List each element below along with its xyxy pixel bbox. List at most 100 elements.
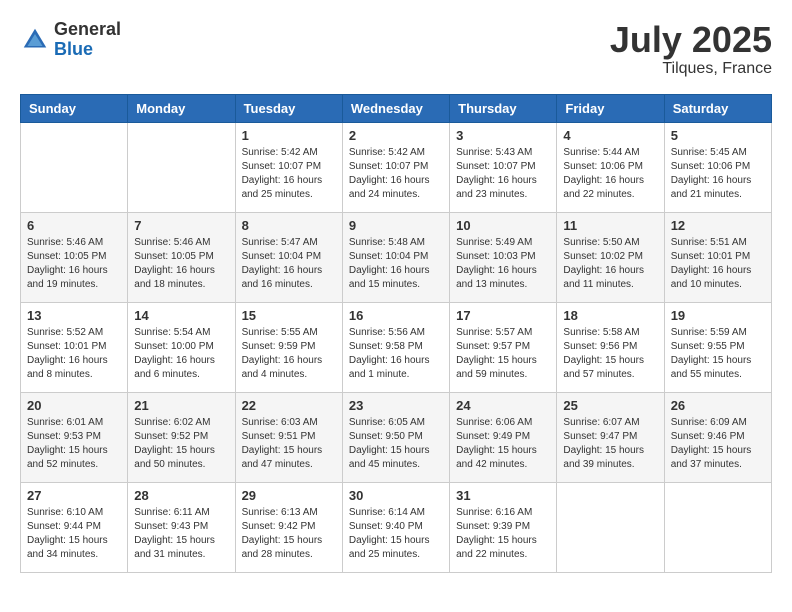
day-info: Sunrise: 5:45 AM Sunset: 10:06 PM Daylig… (671, 146, 765, 202)
day-info: Sunrise: 5:55 AM Sunset: 9:59 PM Dayligh… (242, 326, 336, 382)
day-info: Sunrise: 6:06 AM Sunset: 9:49 PM Dayligh… (456, 416, 550, 472)
day-info: Sunrise: 6:03 AM Sunset: 9:51 PM Dayligh… (242, 416, 336, 472)
day-number: 6 (27, 218, 121, 233)
day-info: Sunrise: 6:10 AM Sunset: 9:44 PM Dayligh… (27, 506, 121, 562)
day-number: 12 (671, 218, 765, 233)
day-cell: 30Sunrise: 6:14 AM Sunset: 9:40 PM Dayli… (342, 482, 449, 572)
day-info: Sunrise: 5:42 AM Sunset: 10:07 PM Daylig… (242, 146, 336, 202)
header-monday: Monday (128, 94, 235, 122)
calendar-header: SundayMondayTuesdayWednesdayThursdayFrid… (21, 94, 772, 122)
day-number: 27 (27, 488, 121, 503)
day-cell: 21 Sunrise: 6:02 AM Sunset: 9:52 PM Dayli… (128, 392, 235, 482)
day-info: Sunrise: 5:56 AM Sunset: 9:58 PM Dayligh… (349, 326, 443, 382)
header-wednesday: Wednesday (342, 94, 449, 122)
day-number: 26 (671, 398, 765, 413)
day-number: 31 (456, 488, 550, 503)
day-cell: 11 Sunrise: 5:50 AM Sunset: 10:02 PM Dayl… (557, 212, 664, 302)
day-cell: 2Sunrise: 5:42 AM Sunset: 10:07 PM Dayli… (342, 122, 449, 212)
month-year: July 2025 (610, 20, 772, 60)
day-cell: 15 Sunrise: 5:55 AM Sunset: 9:59 PM Dayli… (235, 302, 342, 392)
header-thursday: Thursday (450, 94, 557, 122)
day-info: Sunrise: 5:51 AM Sunset: 10:01 PM Daylig… (671, 236, 765, 292)
day-info: Sunrise: 5:58 AM Sunset: 9:56 PM Dayligh… (563, 326, 657, 382)
day-cell: 20Sunrise: 6:01 AM Sunset: 9:53 PM Dayli… (21, 392, 128, 482)
day-info: Sunrise: 6:09 AM Sunset: 9:46 PM Dayligh… (671, 416, 765, 472)
day-number: 10 (456, 218, 550, 233)
title-block: July 2025 Tilques, France (610, 20, 772, 78)
header-row: SundayMondayTuesdayWednesdayThursdayFrid… (21, 94, 772, 122)
day-info: Sunrise: 5:52 AM Sunset: 10:01 PM Daylig… (27, 326, 121, 382)
calendar: SundayMondayTuesdayWednesdayThursdayFrid… (20, 94, 772, 573)
day-info: Sunrise: 5:47 AM Sunset: 10:04 PM Daylig… (242, 236, 336, 292)
day-cell (21, 122, 128, 212)
day-cell: 17 Sunrise: 5:57 AM Sunset: 9:57 PM Dayli… (450, 302, 557, 392)
day-number: 28 (134, 488, 228, 503)
day-info: Sunrise: 5:46 AM Sunset: 10:05 PM Daylig… (27, 236, 121, 292)
header-tuesday: Tuesday (235, 94, 342, 122)
day-cell: 27 Sunrise: 6:10 AM Sunset: 9:44 PM Dayli… (21, 482, 128, 572)
page-header: General Blue July 2025 Tilques, France (20, 20, 772, 78)
day-number: 14 (134, 308, 228, 323)
week-row-2: 13 Sunrise: 5:52 AM Sunset: 10:01 PM Dayl… (21, 302, 772, 392)
day-cell: 10 Sunrise: 5:49 AM Sunset: 10:03 PM Dayl… (450, 212, 557, 302)
day-number: 24 (456, 398, 550, 413)
header-saturday: Saturday (664, 94, 771, 122)
week-row-3: 20Sunrise: 6:01 AM Sunset: 9:53 PM Dayli… (21, 392, 772, 482)
day-cell: 3Sunrise: 5:43 AM Sunset: 10:07 PM Dayli… (450, 122, 557, 212)
day-info: Sunrise: 6:16 AM Sunset: 9:39 PM Dayligh… (456, 506, 550, 562)
day-info: Sunrise: 5:50 AM Sunset: 10:02 PM Daylig… (563, 236, 657, 292)
day-cell: 29 Sunrise: 6:13 AM Sunset: 9:42 PM Dayli… (235, 482, 342, 572)
day-info: Sunrise: 5:42 AM Sunset: 10:07 PM Daylig… (349, 146, 443, 202)
header-sunday: Sunday (21, 94, 128, 122)
day-info: Sunrise: 5:44 AM Sunset: 10:06 PM Daylig… (563, 146, 657, 202)
day-number: 17 (456, 308, 550, 323)
day-number: 18 (563, 308, 657, 323)
calendar-body: 1 Sunrise: 5:42 AM Sunset: 10:07 PM Dayli… (21, 122, 772, 572)
day-info: Sunrise: 5:46 AM Sunset: 10:05 PM Daylig… (134, 236, 228, 292)
day-info: Sunrise: 5:59 AM Sunset: 9:55 PM Dayligh… (671, 326, 765, 382)
day-cell: 26 Sunrise: 6:09 AM Sunset: 9:46 PM Dayli… (664, 392, 771, 482)
day-number: 1 (242, 128, 336, 143)
day-info: Sunrise: 6:11 AM Sunset: 9:43 PM Dayligh… (134, 506, 228, 562)
location: Tilques, France (610, 60, 772, 78)
day-cell: 14 Sunrise: 5:54 AM Sunset: 10:00 PM Dayl… (128, 302, 235, 392)
day-cell: 13 Sunrise: 5:52 AM Sunset: 10:01 PM Dayl… (21, 302, 128, 392)
day-info: Sunrise: 5:48 AM Sunset: 10:04 PM Daylig… (349, 236, 443, 292)
week-row-4: 27 Sunrise: 6:10 AM Sunset: 9:44 PM Dayli… (21, 482, 772, 572)
day-info: Sunrise: 6:13 AM Sunset: 9:42 PM Dayligh… (242, 506, 336, 562)
day-number: 8 (242, 218, 336, 233)
day-cell: 7 Sunrise: 5:46 AM Sunset: 10:05 PM Dayli… (128, 212, 235, 302)
logo-text: General Blue (54, 20, 121, 60)
day-number: 29 (242, 488, 336, 503)
day-cell: 31 Sunrise: 6:16 AM Sunset: 9:39 PM Dayli… (450, 482, 557, 572)
day-info: Sunrise: 6:02 AM Sunset: 9:52 PM Dayligh… (134, 416, 228, 472)
day-cell: 1 Sunrise: 5:42 AM Sunset: 10:07 PM Dayli… (235, 122, 342, 212)
day-cell: 25 Sunrise: 6:07 AM Sunset: 9:47 PM Dayli… (557, 392, 664, 482)
day-number: 22 (242, 398, 336, 413)
day-cell: 5Sunrise: 5:45 AM Sunset: 10:06 PM Dayli… (664, 122, 771, 212)
day-cell: 8 Sunrise: 5:47 AM Sunset: 10:04 PM Dayli… (235, 212, 342, 302)
day-info: Sunrise: 6:05 AM Sunset: 9:50 PM Dayligh… (349, 416, 443, 472)
day-info: Sunrise: 5:43 AM Sunset: 10:07 PM Daylig… (456, 146, 550, 202)
day-cell (128, 122, 235, 212)
day-number: 9 (349, 218, 443, 233)
logo: General Blue (20, 20, 121, 60)
day-number: 7 (134, 218, 228, 233)
day-cell: 12 Sunrise: 5:51 AM Sunset: 10:01 PM Dayl… (664, 212, 771, 302)
day-cell (557, 482, 664, 572)
day-number: 25 (563, 398, 657, 413)
day-info: Sunrise: 5:49 AM Sunset: 10:03 PM Daylig… (456, 236, 550, 292)
day-number: 13 (27, 308, 121, 323)
day-info: Sunrise: 5:57 AM Sunset: 9:57 PM Dayligh… (456, 326, 550, 382)
day-cell: 18 Sunrise: 5:58 AM Sunset: 9:56 PM Dayli… (557, 302, 664, 392)
day-number: 21 (134, 398, 228, 413)
day-number: 11 (563, 218, 657, 233)
day-info: Sunrise: 5:54 AM Sunset: 10:00 PM Daylig… (134, 326, 228, 382)
day-number: 4 (563, 128, 657, 143)
day-info: Sunrise: 6:07 AM Sunset: 9:47 PM Dayligh… (563, 416, 657, 472)
day-cell: 19Sunrise: 5:59 AM Sunset: 9:55 PM Dayli… (664, 302, 771, 392)
header-friday: Friday (557, 94, 664, 122)
day-number: 15 (242, 308, 336, 323)
day-number: 20 (27, 398, 121, 413)
day-cell: 23Sunrise: 6:05 AM Sunset: 9:50 PM Dayli… (342, 392, 449, 482)
